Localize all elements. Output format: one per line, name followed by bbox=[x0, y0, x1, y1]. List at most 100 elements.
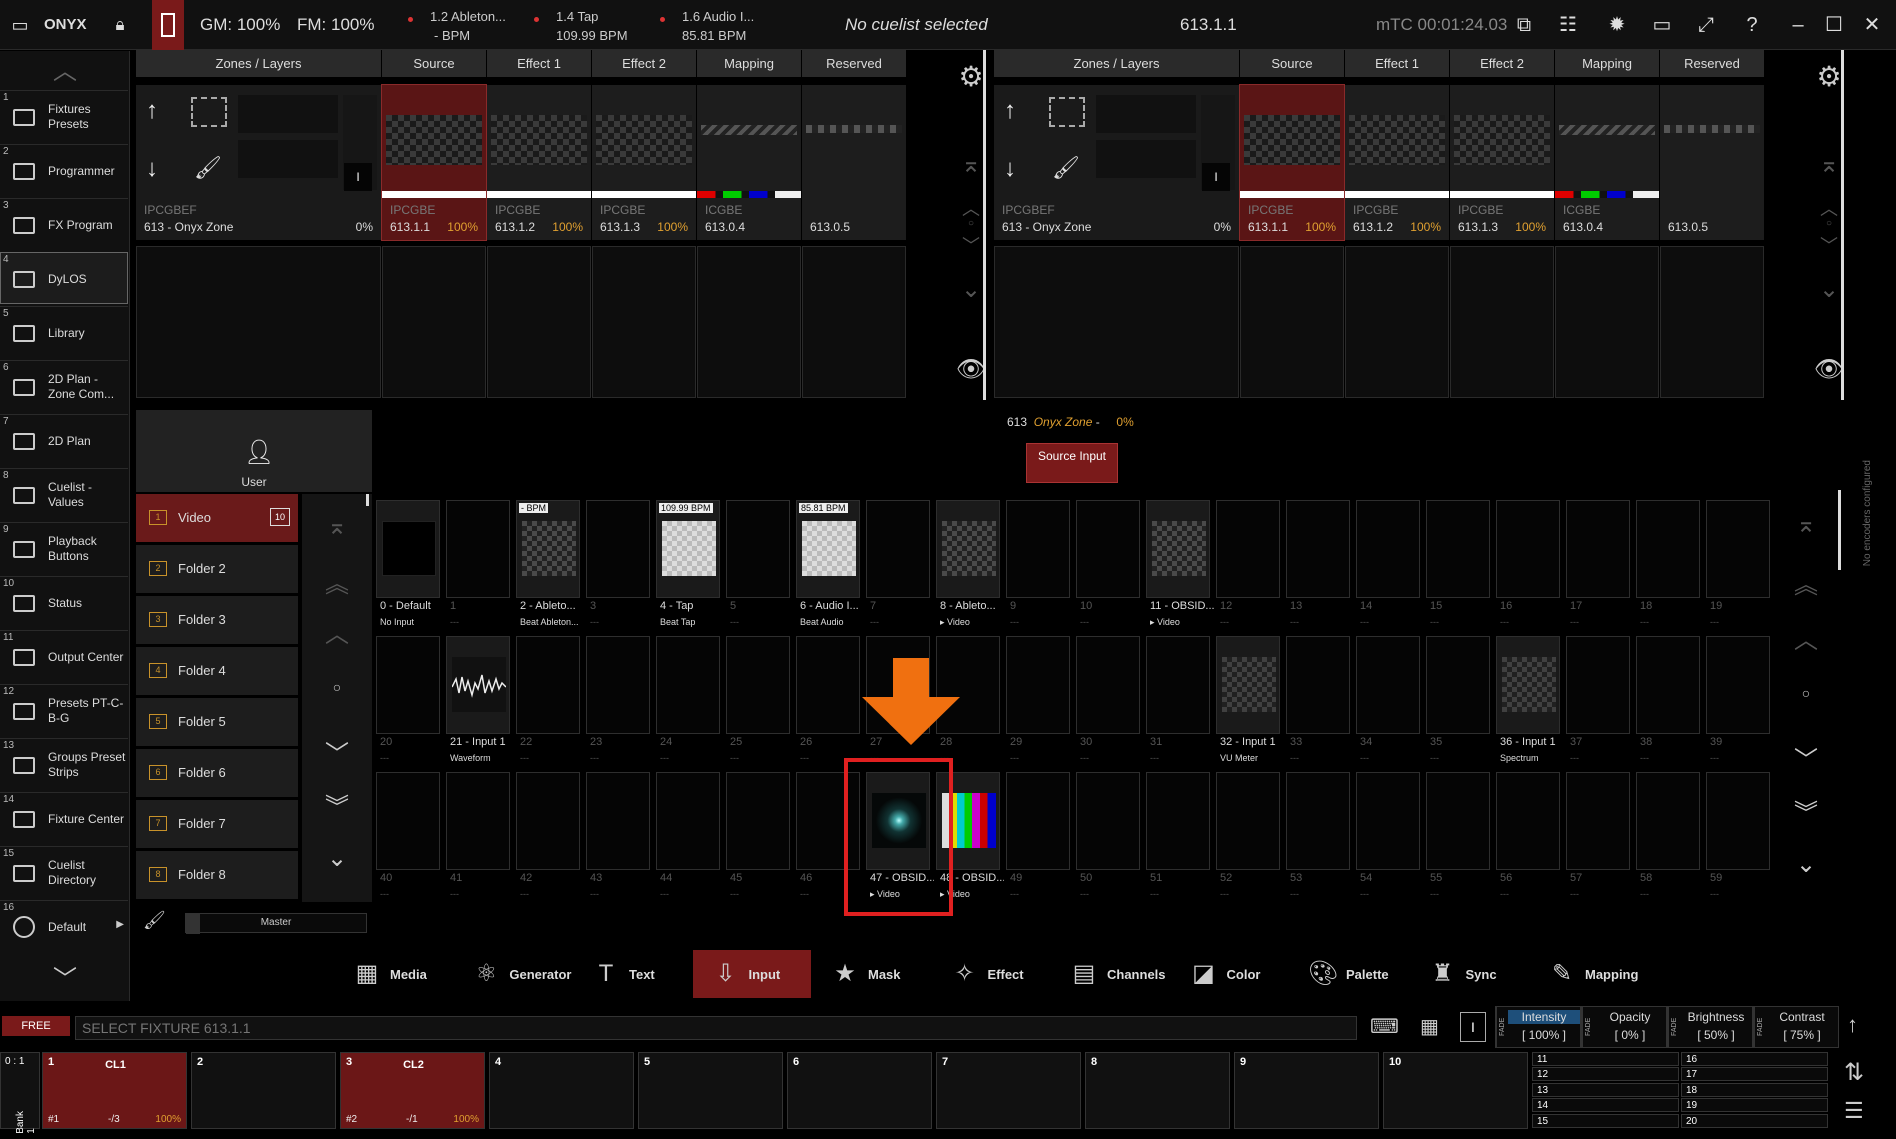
input-cell-24[interactable]: 24 --- bbox=[656, 636, 720, 772]
layer-slot-613.0.5[interactable]: 613.0.5 bbox=[802, 85, 906, 240]
folder-6[interactable]: 6 Folder 6 bbox=[136, 749, 298, 797]
page-up-icon[interactable]: ︿ bbox=[317, 614, 357, 649]
grid-down-icon[interactable]: ﹀ bbox=[1786, 740, 1826, 775]
input-cell-30[interactable]: 30 --- bbox=[1076, 636, 1140, 772]
input-cell-10[interactable]: 10 --- bbox=[1076, 500, 1140, 636]
brush-icon[interactable]: 🖌︎ bbox=[194, 155, 222, 181]
input-cell-18[interactable]: 18 --- bbox=[1636, 500, 1700, 636]
mode-badge[interactable]: FREE bbox=[2, 1016, 70, 1036]
sidebar-item-14[interactable]: 14 Fixture Center bbox=[0, 792, 128, 844]
input-cell-12[interactable]: 12 --- bbox=[1216, 500, 1280, 636]
folder-4[interactable]: 4 Folder 4 bbox=[136, 647, 298, 695]
panel-divider-right[interactable] bbox=[1841, 50, 1844, 400]
sidebar-item-6[interactable]: 6 2D Plan - Zone Com... bbox=[0, 360, 128, 412]
toolbar-generator[interactable]: ⚛ Generator bbox=[454, 950, 572, 998]
user-panel[interactable]: 👤︎ User bbox=[136, 410, 372, 492]
playback-2[interactable]: 2 bbox=[191, 1052, 336, 1129]
toolbar-palette[interactable]: 🎨︎ Palette bbox=[1290, 950, 1408, 998]
input-cell-42[interactable]: 42 --- bbox=[516, 772, 580, 908]
playback-5[interactable]: 5 bbox=[638, 1052, 783, 1129]
input-cell-23[interactable]: 23 --- bbox=[586, 636, 650, 772]
arrow-down-icon[interactable]: ↓ bbox=[146, 155, 158, 183]
input-cell-34[interactable]: 34 --- bbox=[1356, 636, 1420, 772]
input-cell-19[interactable]: 19 --- bbox=[1706, 500, 1770, 636]
sub-button-19[interactable]: 19 bbox=[1681, 1098, 1828, 1113]
layer-slot-613.1.3[interactable]: IPCGBE 613.1.3 100% bbox=[592, 85, 696, 240]
brush-icon[interactable]: 🖌︎ bbox=[1052, 155, 1080, 181]
layer-slot-613.1.3[interactable]: IPCGBE 613.1.3 100% bbox=[1450, 85, 1554, 240]
source-input-button[interactable]: Source Input bbox=[1026, 443, 1118, 483]
toolbar-media[interactable]: ▦ Media bbox=[334, 950, 452, 998]
folder-scrollbar[interactable] bbox=[366, 494, 369, 506]
sidebar-item-10[interactable]: 10 Status bbox=[0, 576, 128, 628]
blackout-small-button[interactable]: I bbox=[1460, 1012, 1486, 1042]
zone-cell[interactable]: ↑ ↓ 🖌︎ I IPCGBEF 613 - Onyx Zone 0% bbox=[994, 85, 1239, 240]
toolbar-text[interactable]: T Text bbox=[573, 950, 691, 998]
sidebar-item-15[interactable]: 15 Cuelist Directory bbox=[0, 846, 128, 898]
input-cell-53[interactable]: 53 --- bbox=[1286, 772, 1350, 908]
toolbar-channels[interactable]: ▤ Channels bbox=[1051, 950, 1169, 998]
faders-icon[interactable]: ☰ bbox=[1844, 1098, 1864, 1124]
sidebar-item-1[interactable]: 1 Fixtures Presets bbox=[0, 90, 128, 142]
arrow-down-icon[interactable]: ↓ bbox=[1004, 155, 1016, 183]
loop-icon[interactable]: ⇅ bbox=[1844, 1058, 1864, 1087]
input-cell-52[interactable]: 52 --- bbox=[1216, 772, 1280, 908]
page-top-icon[interactable]: ⌅ bbox=[317, 512, 357, 541]
grid-bottom-icon[interactable]: ⌄ bbox=[1786, 850, 1826, 879]
sub-button-17[interactable]: 17 bbox=[1681, 1067, 1828, 1082]
input-cell-45[interactable]: 45 --- bbox=[726, 772, 790, 908]
input-cell-15[interactable]: 15 --- bbox=[1426, 500, 1490, 636]
grid-up-icon[interactable]: ︿ bbox=[1786, 620, 1826, 655]
sidebar-item-7[interactable]: 7 2D Plan bbox=[0, 414, 128, 466]
input-cell-59[interactable]: 59 --- bbox=[1706, 772, 1770, 908]
input-cell-57[interactable]: 57 --- bbox=[1566, 772, 1630, 908]
sidebar-item-8[interactable]: 8 Cuelist - Values bbox=[0, 468, 128, 520]
input-cell-36[interactable]: 36 - Input 1 Spectrum bbox=[1496, 636, 1560, 772]
sidebar-item-2[interactable]: 2 Programmer bbox=[0, 144, 128, 196]
grid-scrollbar[interactable] bbox=[1838, 490, 1841, 570]
playback-3[interactable]: 3 CL2 #2 -/1 100% bbox=[340, 1052, 485, 1129]
master-fader-handle[interactable] bbox=[186, 914, 200, 934]
layer-slot-613.1.2[interactable]: IPCGBE 613.1.2 100% bbox=[1345, 85, 1449, 240]
sidebar-item-5[interactable]: 5 Library bbox=[0, 306, 128, 358]
playback-1[interactable]: 1 CL1 #1 -/3 100% bbox=[42, 1052, 187, 1129]
folder-1[interactable]: 1 Video 10 bbox=[136, 494, 298, 542]
arrow-up-icon[interactable]: ↑ bbox=[1004, 97, 1016, 125]
sidebar-item-4[interactable]: 4 DyLOS bbox=[0, 252, 128, 304]
page-up-double-icon[interactable]: ︽ bbox=[317, 564, 357, 599]
input-cell-26[interactable]: 26 --- bbox=[796, 636, 860, 772]
sub-button-20[interactable]: 20 bbox=[1681, 1113, 1828, 1128]
folder-scroll-area[interactable]: ⌅ ︽ ︿ ○ ﹀ ︾ ⌄ bbox=[302, 494, 372, 902]
gear-icon[interactable]: ⚙ bbox=[956, 62, 986, 92]
param-opacity[interactable]: FADE Opacity [ 0% ] bbox=[1581, 1006, 1667, 1048]
input-cell-55[interactable]: 55 --- bbox=[1426, 772, 1490, 908]
grid-up-double-icon[interactable]: ︽ bbox=[1786, 565, 1826, 600]
sub-button-13[interactable]: 13 bbox=[1532, 1082, 1679, 1097]
input-cell-20[interactable]: 20 --- bbox=[376, 636, 440, 772]
master-fader[interactable]: Master bbox=[185, 913, 367, 933]
playback-8[interactable]: 8 bbox=[1085, 1052, 1230, 1129]
select-area-icon[interactable] bbox=[191, 97, 227, 127]
sub-button-15[interactable]: 15 bbox=[1532, 1113, 1679, 1128]
zone-blackout-button[interactable]: I bbox=[1202, 163, 1230, 191]
sidebar-item-12[interactable]: 12 Presets PT-C-B-G bbox=[0, 684, 128, 736]
sub-button-16[interactable]: 16 bbox=[1681, 1052, 1828, 1066]
input-cell-21[interactable]: 21 - Input 1 Waveform bbox=[446, 636, 510, 772]
param-brightness[interactable]: FADE Brightness [ 50% ] bbox=[1667, 1006, 1753, 1048]
param-intensity[interactable]: FADE Intensity [ 100% ] bbox=[1495, 1006, 1581, 1048]
input-cell-5[interactable]: 5 --- bbox=[726, 500, 790, 636]
keyboard-icon[interactable]: ⌨︎ bbox=[1370, 1014, 1408, 1040]
playback-4[interactable]: 4 bbox=[489, 1052, 634, 1129]
sidebar-item-13[interactable]: 13 Groups Preset Strips bbox=[0, 738, 128, 790]
grid-scroll-area[interactable]: ⌅ ︽ ︿ ○ ﹀ ︾ ⌄ bbox=[1786, 500, 1826, 890]
input-cell-33[interactable]: 33 --- bbox=[1286, 636, 1350, 772]
arrow-up-icon[interactable]: ↑ bbox=[1847, 1012, 1858, 1038]
input-cell-22[interactable]: 22 --- bbox=[516, 636, 580, 772]
toolbar-input[interactable]: ⇩ Input bbox=[692, 950, 811, 998]
layer-slot-613.0.4[interactable]: ICGBE 613.0.4 bbox=[697, 85, 801, 240]
input-cell-7[interactable]: 7 --- bbox=[866, 500, 930, 636]
clear-brush-icon[interactable]: 🖌︎ bbox=[143, 910, 167, 936]
input-cell-13[interactable]: 13 --- bbox=[1286, 500, 1350, 636]
input-cell-38[interactable]: 38 --- bbox=[1636, 636, 1700, 772]
layer-slot-613.1.2[interactable]: IPCGBE 613.1.2 100% bbox=[487, 85, 591, 240]
